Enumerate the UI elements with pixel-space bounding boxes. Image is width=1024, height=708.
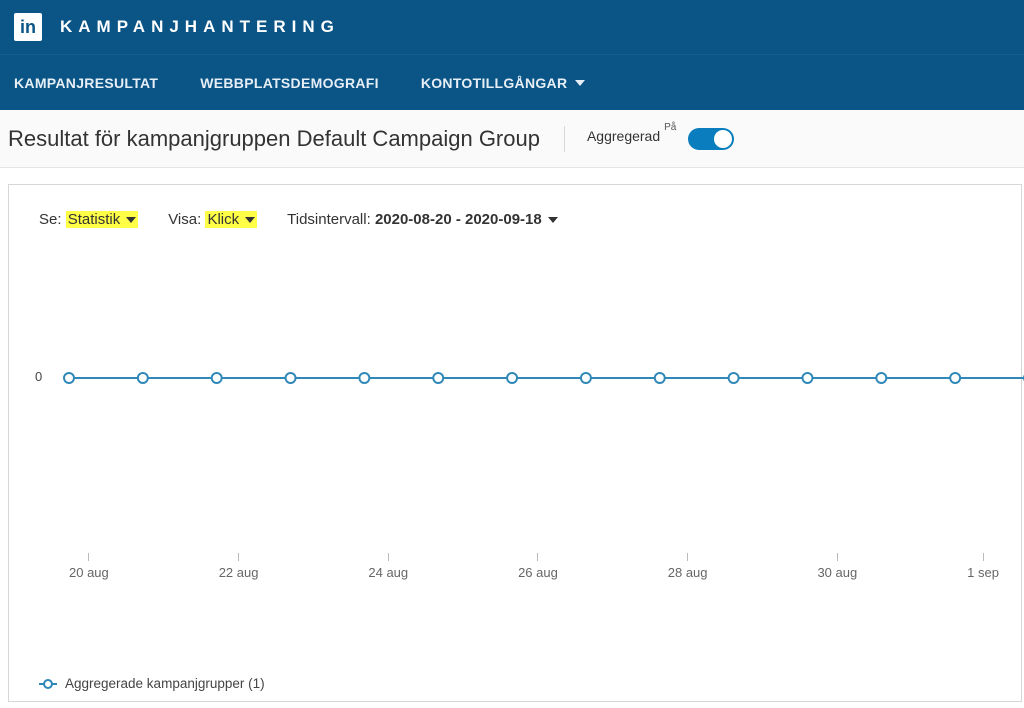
data-point[interactable]: [286, 373, 296, 383]
chevron-down-icon: [548, 217, 558, 223]
line-chart: 0 20 aug22 aug24 aug26 aug28 aug30 aug1 …: [39, 378, 991, 578]
subheader: Resultat för kampanjgruppen Default Camp…: [0, 110, 1024, 168]
legend-label: Aggregerade kampanjgrupper (1): [65, 676, 265, 691]
legend-marker-icon: [39, 679, 57, 689]
data-point[interactable]: [876, 373, 886, 383]
show-label: Visa:: [168, 211, 201, 228]
main-nav: KAMPANJRESULTAT WEBBPLATSDEMOGRAFI KONTO…: [0, 54, 1024, 110]
aggregated-toggle-group: Aggregerad På: [587, 128, 734, 150]
data-point[interactable]: [359, 373, 369, 383]
x-axis-tick: 24 aug: [368, 553, 408, 580]
interval-selector[interactable]: 2020-08-20 - 2020-09-18: [375, 211, 558, 228]
data-point[interactable]: [729, 373, 739, 383]
nav-campaign-results[interactable]: KAMPANJRESULTAT: [14, 75, 158, 91]
aggregated-label: Aggregerad: [587, 128, 660, 144]
data-point[interactable]: [950, 373, 960, 383]
data-point[interactable]: [802, 373, 812, 383]
data-point[interactable]: [64, 373, 74, 383]
linkedin-logo-text: in: [20, 17, 36, 38]
nav-item-label: KAMPANJRESULTAT: [14, 75, 158, 91]
linkedin-logo: in: [14, 13, 42, 41]
controls-row: Se: Statistik Visa: Klick Tidsintervall:…: [39, 211, 991, 228]
data-point[interactable]: [507, 373, 517, 383]
data-point[interactable]: [581, 373, 591, 383]
results-card: Se: Statistik Visa: Klick Tidsintervall:…: [8, 184, 1022, 702]
aggregated-state: På: [664, 122, 676, 133]
data-point[interactable]: [138, 373, 148, 383]
show-selector[interactable]: Klick: [205, 211, 257, 228]
nav-website-demography[interactable]: WEBBPLATSDEMOGRAFI: [200, 75, 379, 91]
data-point[interactable]: [433, 373, 443, 383]
see-selector[interactable]: Statistik: [66, 211, 139, 228]
x-axis-tick: 28 aug: [668, 553, 708, 580]
x-axis-tick: 30 aug: [817, 553, 857, 580]
nav-item-label: WEBBPLATSDEMOGRAFI: [200, 75, 379, 91]
chevron-down-icon: [245, 217, 255, 223]
data-point[interactable]: [212, 373, 222, 383]
aggregated-toggle[interactable]: [688, 128, 734, 150]
see-value: Statistik: [68, 211, 121, 228]
chevron-down-icon: [575, 80, 585, 86]
see-label: Se:: [39, 211, 62, 228]
app-title: KAMPANJHANTERING: [60, 17, 340, 37]
x-axis-tick: 26 aug: [518, 553, 558, 580]
legend: Aggregerade kampanjgrupper (1): [39, 676, 265, 691]
interval-value: 2020-08-20 - 2020-09-18: [375, 211, 542, 228]
app-bar: in KAMPANJHANTERING: [0, 0, 1024, 54]
chart-svg: [69, 370, 1024, 386]
x-axis-ticks: 20 aug 22 aug 24 aug 26 aug 28 aug 30 aug 1 se…: [69, 553, 999, 580]
show-value: Klick: [207, 211, 239, 228]
nav-account-assets[interactable]: KONTOTILLGÅNGAR: [421, 75, 586, 91]
interval-label: Tidsintervall:: [287, 211, 371, 228]
data-point[interactable]: [655, 373, 665, 383]
x-axis-tick: 20 aug: [69, 553, 109, 580]
nav-item-label: KONTOTILLGÅNGAR: [421, 75, 568, 91]
y-axis-tick: 0: [35, 369, 42, 384]
chevron-down-icon: [126, 217, 136, 223]
page-title: Resultat för kampanjgruppen Default Camp…: [8, 126, 565, 152]
x-axis-tick: 22 aug: [219, 553, 259, 580]
x-axis-tick: 1 sep: [967, 553, 999, 580]
